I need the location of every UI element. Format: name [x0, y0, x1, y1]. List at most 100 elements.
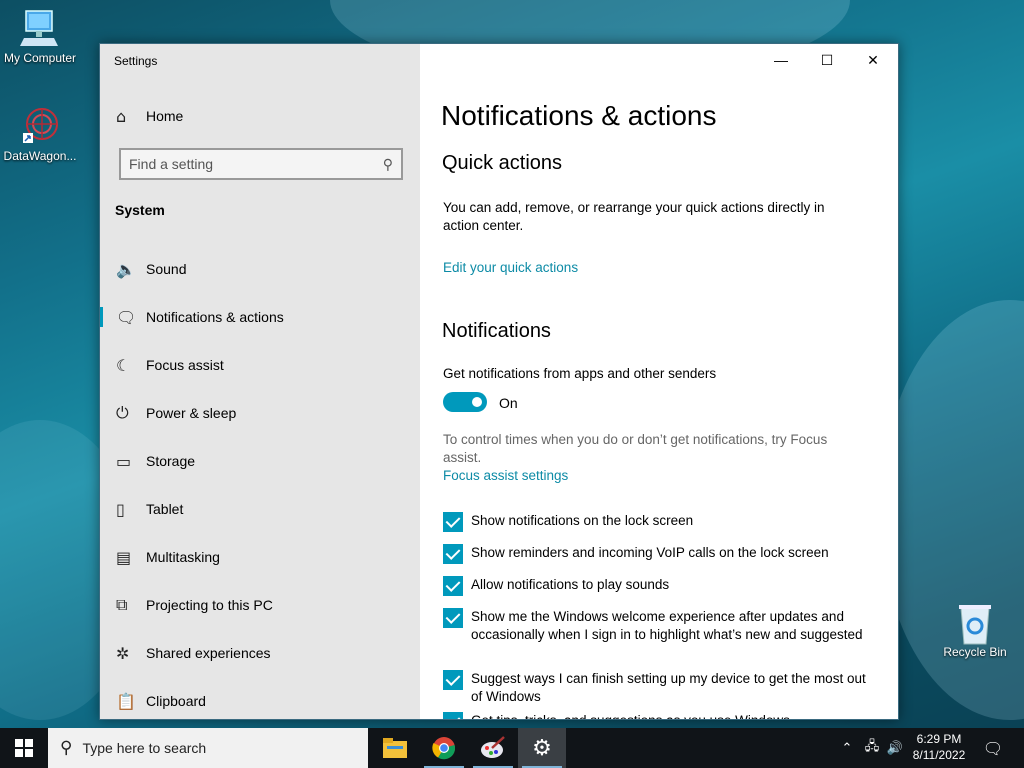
minimize-icon: — — [774, 52, 788, 68]
checkbox[interactable] — [443, 608, 463, 628]
file-explorer-icon — [383, 738, 407, 758]
checkbox-play-sounds[interactable]: Allow notifications to play sounds — [443, 576, 883, 596]
sidebar-item-label: Sound — [146, 261, 187, 277]
tablet-icon: ▯ — [116, 499, 125, 519]
taskbar-file-explorer[interactable] — [371, 728, 419, 768]
notifications-toggle[interactable] — [443, 392, 487, 412]
checkbox-label: Show me the Windows welcome experience a… — [471, 609, 863, 642]
sidebar-item-power-sleep[interactable]: ⏻ Power & sleep — [100, 393, 420, 433]
checkbox-tips-tricks[interactable]: Get tips, tricks, and suggestions as you… — [443, 712, 883, 719]
settings-window: Settings ⌂ Home Find a setting ⚲ System … — [99, 43, 899, 720]
focus-assist-settings-link[interactable]: Focus assist settings — [443, 468, 568, 483]
nav-home[interactable]: ⌂ Home — [100, 96, 420, 136]
search-icon: ⚲ — [60, 738, 73, 758]
sidebar-item-focus-assist[interactable]: ☾ Focus assist — [100, 345, 420, 385]
taskbar-chrome[interactable] — [420, 728, 468, 768]
clipboard-icon: 📋 — [116, 691, 136, 711]
checkbox-label: Show notifications on the lock screen — [471, 513, 694, 528]
sidebar-item-storage[interactable]: ▭ Storage — [100, 441, 420, 481]
checkbox-label: Suggest ways I can finish setting up my … — [471, 671, 866, 704]
sidebar-item-sound[interactable]: 🔈 Sound — [100, 249, 420, 289]
windows-logo-icon — [15, 739, 33, 757]
checkbox-label: Show reminders and incoming VoIP calls o… — [471, 545, 829, 560]
desktop-icon-label: Recycle Bin — [943, 645, 1007, 659]
home-icon: ⌂ — [116, 106, 127, 126]
toggle-knob — [472, 397, 482, 407]
clock-time: 6:29 PM — [916, 732, 962, 746]
volume-icon: 🔊 — [886, 740, 904, 756]
sidebar-item-label: Notifications & actions — [146, 309, 284, 325]
sidebar-item-clipboard[interactable]: 📋 Clipboard — [100, 681, 420, 719]
sidebar-item-shared-experiences[interactable]: ✲ Shared experiences — [100, 633, 420, 673]
window-title: Settings — [114, 54, 158, 68]
checkbox-suggest-setup[interactable]: Suggest ways I can finish setting up my … — [443, 670, 883, 706]
checkbox[interactable] — [443, 576, 463, 596]
action-center-button[interactable]: 🗨 — [978, 728, 1008, 768]
notifications-toggle-label: Get notifications from apps and other se… — [443, 366, 717, 381]
checkbox-reminders-voip[interactable]: Show reminders and incoming VoIP calls o… — [443, 544, 883, 564]
network-icon: 🖧 — [864, 739, 880, 754]
sidebar-item-label: Clipboard — [146, 693, 206, 709]
chevron-up-icon: ⌃ — [841, 740, 853, 756]
desktop-icon-label: My Computer — [3, 51, 77, 65]
speaker-icon: 🔈 — [116, 259, 136, 279]
checkbox[interactable] — [443, 670, 463, 690]
sidebar-item-label: Power & sleep — [146, 405, 237, 421]
drive-icon: ▭ — [116, 451, 132, 471]
minimize-button[interactable]: — — [758, 44, 804, 76]
sidebar-item-label: Projecting to this PC — [146, 597, 273, 613]
settings-icon: ⚙ — [532, 735, 552, 761]
sidebar-item-notifications[interactable]: 🗨 Notifications & actions — [100, 297, 420, 337]
multitask-icon: ▤ — [116, 547, 132, 567]
settings-sidebar: Settings ⌂ Home Find a setting ⚲ System … — [100, 44, 420, 719]
sidebar-item-label: Tablet — [146, 501, 184, 517]
checkbox[interactable] — [443, 544, 463, 564]
sidebar-item-label: Focus assist — [146, 357, 224, 373]
checkbox-lock-screen-notifications[interactable]: Show notifications on the lock screen — [443, 512, 883, 532]
project-icon: ⧉ — [116, 595, 128, 614]
maximize-icon: ☐ — [820, 51, 834, 68]
quick-actions-description: You can add, remove, or rearrange your q… — [443, 200, 825, 233]
nav-home-label: Home — [146, 108, 184, 124]
clock-date: 8/11/2022 — [912, 748, 966, 762]
maximize-button[interactable]: ☐ — [804, 44, 850, 76]
edit-quick-actions-link[interactable]: Edit your quick actions — [443, 260, 578, 275]
message-icon: 🗨 — [116, 307, 137, 327]
computer-icon — [20, 8, 60, 48]
checkbox[interactable] — [443, 712, 463, 719]
desktop-icon-datawagon[interactable]: DataWagon... — [0, 106, 80, 163]
sidebar-item-projecting[interactable]: ⧉ Projecting to this PC — [100, 585, 420, 625]
sidebar-item-multitasking[interactable]: ▤ Multitasking — [100, 537, 420, 577]
page-title: Notifications & actions — [441, 100, 717, 131]
desktop-icon-recycle-bin[interactable]: Recycle Bin — [935, 602, 1015, 659]
quick-actions-heading: Quick actions — [442, 152, 563, 174]
close-icon: ✕ — [867, 51, 879, 68]
taskbar-clock[interactable]: 6:29 PM 8/11/2022 — [902, 731, 976, 763]
notifications-heading: Notifications — [442, 320, 551, 342]
checkbox[interactable] — [443, 512, 463, 532]
moon-icon: ☾ — [116, 355, 131, 375]
network-button[interactable]: 🖧 — [860, 728, 884, 768]
chrome-icon — [432, 737, 456, 760]
share-icon: ✲ — [116, 643, 130, 663]
datawagon-icon — [20, 106, 60, 146]
sidebar-item-label: Storage — [146, 453, 196, 469]
sidebar-item-tablet[interactable]: ▯ Tablet — [100, 489, 420, 529]
taskbar-paint[interactable] — [469, 728, 517, 768]
settings-content: — ☐ ✕ Notifications & actions Quick acti… — [420, 44, 898, 719]
checkbox-welcome-experience[interactable]: Show me the Windows welcome experience a… — [443, 608, 883, 644]
taskbar: ⚲ Type here to search ⚙ ⌃ 🖧 🔊 6:29 PM 8/… — [0, 728, 1024, 768]
taskbar-settings[interactable]: ⚙ — [518, 728, 566, 768]
recycle-bin-icon — [955, 602, 995, 645]
start-button[interactable] — [0, 728, 48, 768]
taskbar-search-box[interactable]: ⚲ Type here to search — [48, 728, 368, 768]
show-hidden-icons-button[interactable]: ⌃ — [836, 728, 858, 768]
find-setting-input[interactable]: Find a setting ⚲ — [119, 148, 403, 180]
notification-icon: 🗨 — [982, 738, 1004, 758]
desktop-icon-label: DataWagon... — [3, 149, 77, 163]
desktop-icon-my-computer[interactable]: My Computer — [0, 8, 80, 65]
search-icon: ⚲ — [382, 155, 393, 172]
checkbox-label: Allow notifications to play sounds — [471, 577, 670, 592]
find-setting-placeholder: Find a setting — [129, 156, 214, 172]
close-button[interactable]: ✕ — [850, 44, 896, 76]
